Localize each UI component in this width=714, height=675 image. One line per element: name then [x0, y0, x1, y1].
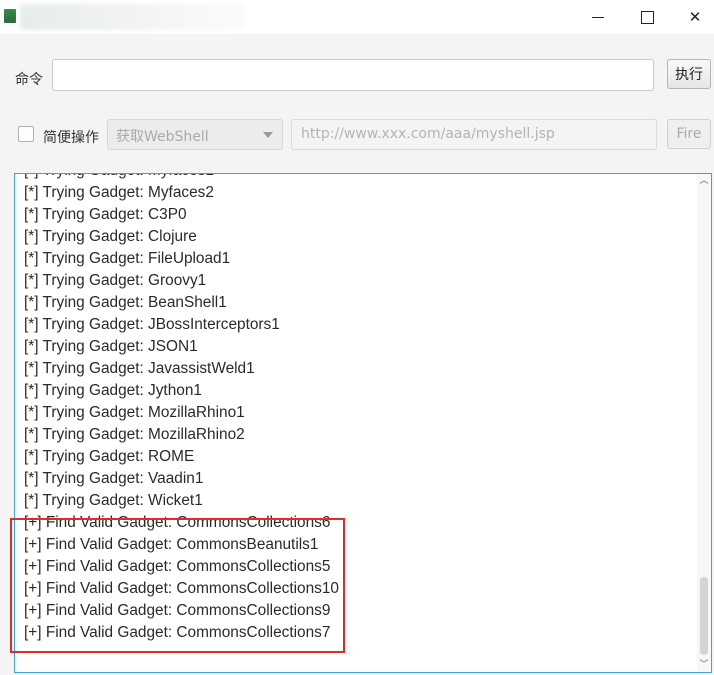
log-line: [*] Trying Gadget: Jython1	[24, 382, 202, 399]
log-line: [*] Trying Gadget: JavassistWeld1	[24, 360, 255, 377]
chevron-down-icon	[263, 132, 273, 138]
log-line: [+] Find Valid Gadget: CommonsCollection…	[24, 558, 331, 575]
scroll-down-icon[interactable]: ﹀	[699, 660, 709, 670]
log-line: [*] Trying Gadget: Clojure	[24, 228, 197, 245]
app-icon	[4, 9, 16, 23]
log-line: [*] Trying Gadget: JSON1	[24, 338, 198, 355]
log-line: [+] Find Valid Gadget: CommonsCollection…	[24, 514, 331, 531]
log-line: [*] Trying Gadget: Myfaces2	[24, 184, 214, 201]
log-line: [*] Trying Gadget: MozillaRhino2	[24, 426, 245, 443]
log-line: [*] Trying Gadget: Vaadin1	[24, 470, 204, 487]
fire-button[interactable]: Fire	[667, 119, 711, 149]
action-select-value: 获取WebShell	[116, 129, 209, 145]
maximize-icon	[640, 10, 654, 24]
action-select[interactable]: 获取WebShell	[107, 119, 283, 150]
log-line: [+] Find Valid Gadget: CommonsCollection…	[24, 624, 331, 641]
simple-mode-checkbox[interactable]	[18, 126, 34, 142]
scroll-thumb[interactable]	[700, 577, 708, 655]
log-line: [*] Trying Gadget: FileUpload1	[24, 250, 231, 267]
url-input[interactable]: http://www.xxx.com/aaa/myshell.jsp	[291, 119, 657, 150]
log-line: [*] Trying Gadget: Wicket1	[24, 492, 203, 509]
log-line: [*] Trying Gadget: C3P0	[24, 206, 187, 223]
log-line: [*] Trying Gadget: ROME	[24, 448, 195, 465]
command-label: 命令	[15, 72, 43, 88]
log-line: [*] Trying Gadget: MozillaRhino1	[24, 404, 245, 421]
vertical-scrollbar[interactable]: ︿ ﹀	[697, 174, 711, 672]
log-line: [*] Trying Gadget: Myfaces1	[24, 174, 694, 182]
log-line: [*] Trying Gadget: Groovy1	[24, 272, 207, 289]
log-line: [*] Trying Gadget: JBossInterceptors1	[24, 316, 280, 333]
output-log[interactable]: [*] Trying Gadget: Myfaces1 [*] Trying Ga…	[14, 173, 712, 673]
window-title-blurred	[20, 4, 245, 30]
log-line: [*] Trying Gadget: BeanShell1	[24, 294, 227, 311]
minimize-icon	[592, 16, 604, 18]
log-line: [+] Find Valid Gadget: CommonsCollection…	[24, 580, 339, 597]
scroll-up-icon[interactable]: ︿	[699, 176, 709, 186]
maximize-button[interactable]	[624, 0, 670, 34]
title-bar: ✕	[0, 0, 714, 34]
command-input[interactable]	[52, 59, 654, 91]
simple-mode-label: 简便操作	[43, 130, 99, 146]
log-line: [+] Find Valid Gadget: CommonsCollection…	[24, 602, 331, 619]
close-icon: ✕	[688, 8, 702, 26]
log-lines: [*] Trying Gadget: Myfaces1 [*] Trying Ga…	[24, 174, 694, 644]
execute-button[interactable]: 执行	[667, 59, 711, 89]
close-button[interactable]: ✕	[672, 0, 714, 34]
minimize-button[interactable]	[575, 0, 621, 34]
log-line: [+] Find Valid Gadget: CommonsBeanutils1	[24, 536, 319, 553]
